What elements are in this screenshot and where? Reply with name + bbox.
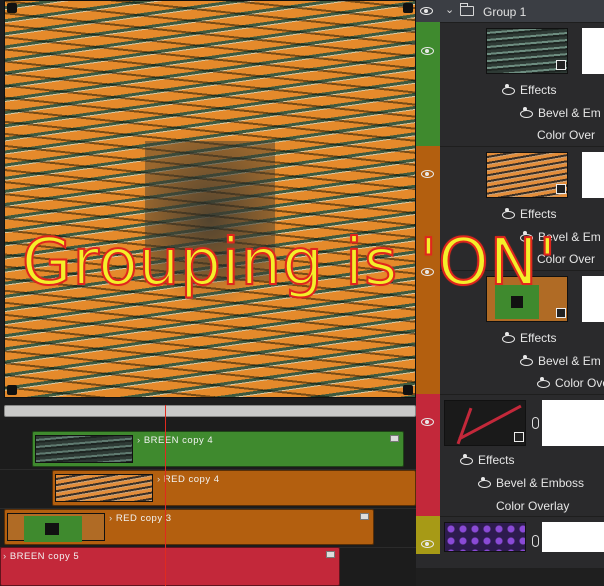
- film-icon: [556, 184, 566, 194]
- effect-color-overlay-label: Color Overlay: [496, 499, 570, 513]
- canvas-corner-handle[interactable]: [403, 3, 413, 13]
- eye-icon[interactable]: [520, 109, 533, 118]
- film-icon: [556, 60, 566, 70]
- timeline-clip[interactable]: RED copy 4: [52, 470, 416, 506]
- effects-label: Effects: [520, 331, 557, 345]
- playhead[interactable]: [165, 405, 166, 586]
- eye-icon[interactable]: [537, 379, 550, 388]
- clip-label: RED copy 3: [109, 513, 172, 524]
- layer-mask-thumbnail: [542, 522, 604, 552]
- eye-icon[interactable]: [502, 210, 515, 219]
- link-icon[interactable]: [532, 417, 539, 429]
- group-label: Group 1: [483, 5, 527, 19]
- panel-footer: [416, 568, 604, 586]
- eye-icon[interactable]: [421, 540, 434, 548]
- effects-label: Effects: [520, 207, 557, 221]
- layer-color-strip[interactable]: [416, 394, 440, 516]
- eye-icon[interactable]: [502, 86, 515, 95]
- timeline-clip[interactable]: BREEN copy 4: [32, 431, 404, 467]
- layer-thumbnail: [444, 522, 526, 552]
- fx-icon: [390, 435, 399, 442]
- eye-icon[interactable]: [421, 47, 434, 55]
- fx-icon: [360, 513, 369, 520]
- effects-label: Effects: [478, 453, 515, 467]
- folder-icon: [460, 3, 474, 16]
- eye-icon[interactable]: [421, 170, 434, 178]
- eye-icon[interactable]: [420, 7, 433, 15]
- timeline-clip[interactable]: BREEN copy 5: [0, 547, 340, 586]
- grouping-overlay-text: Grouping is 'ON': [21, 225, 558, 301]
- chevron-down-icon[interactable]: ⌄: [445, 3, 454, 16]
- clip-thumbnail: [35, 435, 133, 463]
- layer-color-strip[interactable]: [416, 516, 440, 554]
- timeline-tracks: BREEN copy 4 RED copy 4 RED copy 3 BREEN…: [0, 420, 416, 586]
- film-icon: [514, 432, 524, 442]
- eye-icon[interactable]: [460, 456, 473, 465]
- timeline-clip[interactable]: RED copy 3: [4, 509, 374, 545]
- effect-color-overlay-label: Color Over: [537, 128, 596, 142]
- effect-color-overlay-row[interactable]: Color Over: [537, 376, 604, 390]
- layer-color-strip[interactable]: [416, 22, 440, 146]
- composition-canvas[interactable]: [4, 0, 416, 398]
- effect-bevel-label: Bevel & Emboss: [496, 476, 585, 490]
- effects-row[interactable]: Effects: [502, 207, 556, 221]
- effect-bevel-row[interactable]: Bevel & Em: [520, 106, 601, 120]
- fx-icon: [326, 551, 335, 558]
- layer-mask-thumbnail: [582, 152, 604, 198]
- eye-icon[interactable]: [421, 418, 434, 426]
- eye-icon[interactable]: [478, 479, 491, 488]
- effect-bevel-label: Bevel & Em: [538, 354, 601, 368]
- effect-color-overlay-row[interactable]: Color Overlay: [496, 499, 569, 513]
- layer-item[interactable]: [440, 516, 604, 554]
- link-icon[interactable]: [532, 535, 539, 547]
- film-icon: [556, 308, 566, 318]
- eye-icon[interactable]: [520, 357, 533, 366]
- clip-thumbnail: [7, 513, 105, 542]
- effect-color-overlay-label: Color Over: [555, 376, 604, 390]
- canvas-corner-handle[interactable]: [7, 3, 17, 13]
- clip-label: RED copy 4: [157, 474, 220, 485]
- clip-thumbnail: [55, 474, 153, 502]
- effects-row[interactable]: Effects: [502, 83, 556, 97]
- effect-bevel-label: Bevel & Em: [538, 106, 601, 120]
- eye-icon[interactable]: [502, 334, 515, 343]
- canvas-corner-handle[interactable]: [7, 385, 17, 395]
- timeline-ruler[interactable]: [4, 405, 416, 417]
- effect-bevel-row[interactable]: Bevel & Emboss: [478, 476, 584, 490]
- effect-color-overlay-row[interactable]: Color Over: [537, 128, 595, 142]
- layer-mask-thumbnail: [582, 28, 604, 74]
- effects-row[interactable]: Effects: [502, 331, 556, 345]
- layer-item[interactable]: Effects Bevel & Em Color Over: [440, 22, 604, 146]
- canvas-corner-handle[interactable]: [403, 385, 413, 395]
- clip-label: BREEN copy 5: [3, 551, 79, 562]
- effect-bevel-row[interactable]: Bevel & Em: [520, 354, 601, 368]
- layer-group-row[interactable]: ⌄ Group 1: [416, 0, 604, 22]
- layer-mask-thumbnail: [582, 276, 604, 322]
- layer-item[interactable]: Effects Bevel & Emboss Color Overlay: [440, 394, 604, 516]
- effects-label: Effects: [520, 83, 557, 97]
- effects-row[interactable]: Effects: [460, 453, 514, 467]
- layer-mask-thumbnail: [542, 400, 604, 446]
- clip-label: BREEN copy 4: [137, 435, 213, 446]
